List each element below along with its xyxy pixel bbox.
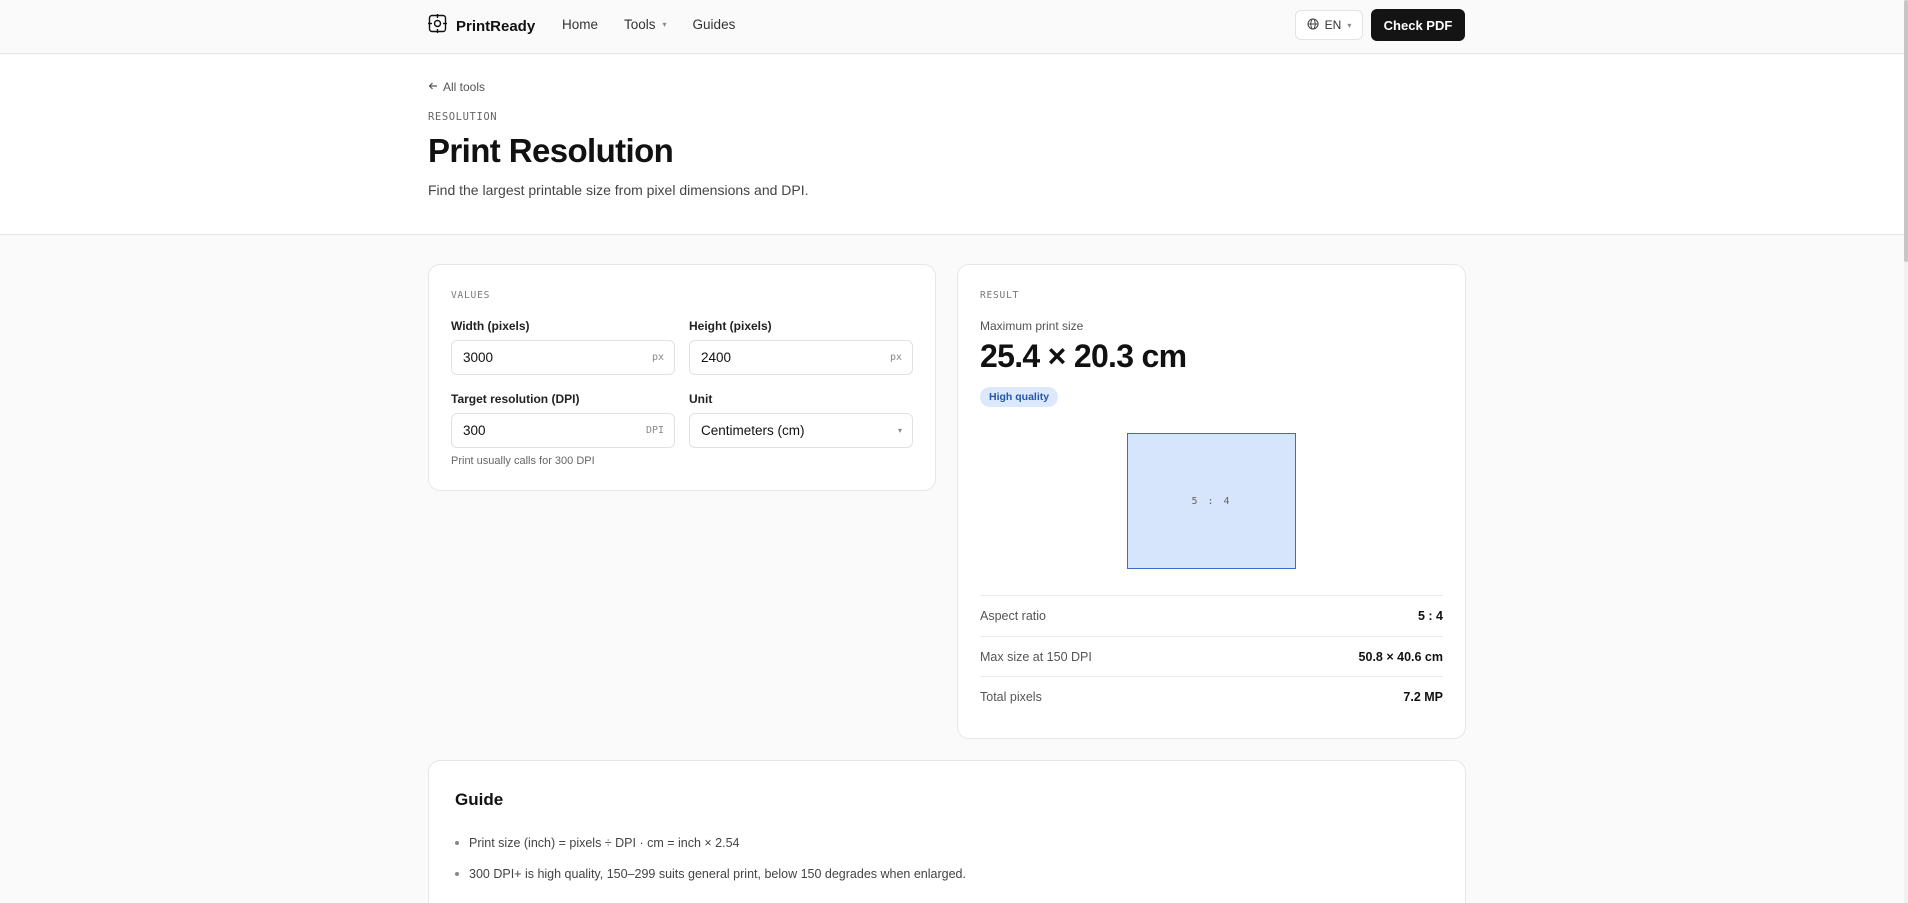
width-input[interactable]: 3000 px: [451, 340, 675, 375]
width-value: 3000: [463, 350, 494, 365]
width-label: Width (pixels): [451, 319, 530, 333]
result-row-key: Aspect ratio: [980, 608, 1047, 623]
nav-home[interactable]: Home: [562, 17, 598, 32]
guide-item-text: Print size (inch) = pixels ÷ DPI · cm = …: [469, 835, 740, 850]
result-row-value: 7.2 MP: [1403, 689, 1443, 704]
dpi-hint: Print usually calls for 300 DPI: [451, 455, 595, 467]
values-card: VALUES Width (pixels) 3000 px Height (pi…: [428, 264, 936, 491]
page-eyebrow: RESOLUTION: [428, 111, 498, 123]
language-selector[interactable]: EN ▾: [1295, 10, 1363, 40]
list-item: 300 DPI+ is high quality, 150–299 suits …: [455, 858, 966, 889]
guide-list: Print size (inch) = pixels ÷ DPI · cm = …: [455, 827, 966, 889]
back-to-all-tools-link[interactable]: All tools: [428, 80, 485, 94]
printready-logo-icon: [428, 14, 447, 38]
dpi-label: Target resolution (DPI): [451, 392, 580, 406]
height-unit-suffix: px: [889, 352, 902, 363]
unit-label: Unit: [689, 392, 713, 406]
result-row-max-size-150: Max size at 150 DPI 50.8 × 40.6 cm: [980, 636, 1443, 676]
result-row-aspect-ratio: Aspect ratio 5 : 4: [980, 595, 1443, 635]
aspect-ratio-preview: 5 : 4: [1127, 433, 1296, 569]
bullet-icon: [455, 871, 459, 876]
page-subtitle: Find the largest printable size from pix…: [428, 182, 809, 198]
main-nav: Home Tools ▾ Guides: [562, 17, 735, 32]
result-card: RESULT Maximum print size 25.4 × 20.3 cm…: [957, 264, 1466, 739]
brand-name: PrintReady: [456, 17, 536, 35]
height-value: 2400: [701, 350, 732, 365]
language-code: EN: [1324, 18, 1342, 32]
chevron-down-icon: ▾: [1347, 20, 1352, 30]
bullet-icon: [455, 840, 459, 845]
max-print-size-value: 25.4 × 20.3 cm: [980, 338, 1187, 374]
result-section-label: RESULT: [980, 290, 1020, 301]
result-row-value: 50.8 × 40.6 cm: [1358, 649, 1443, 664]
scrollbar-thumb[interactable]: [1904, 0, 1908, 262]
result-row-value: 5 : 4: [1417, 608, 1443, 623]
width-unit-suffix: px: [651, 352, 664, 363]
chevron-down-icon: ▾: [662, 20, 667, 29]
dpi-unit-suffix: DPI: [645, 425, 664, 436]
guide-item-text: 300 DPI+ is high quality, 150–299 suits …: [469, 866, 966, 881]
nav-guides-label: Guides: [692, 17, 736, 32]
dpi-input[interactable]: 300 DPI: [451, 413, 675, 448]
unit-selected-value: Centimeters (cm): [701, 423, 805, 438]
page-scrollbar[interactable]: [1904, 0, 1908, 903]
guide-card: Guide Print size (inch) = pixels ÷ DPI ·…: [428, 760, 1466, 903]
page-title: Print Resolution: [428, 132, 674, 169]
back-link-label: All tools: [443, 80, 486, 94]
globe-icon: [1307, 18, 1319, 33]
nav-guides[interactable]: Guides: [693, 17, 736, 32]
nav-tools[interactable]: Tools ▾: [624, 17, 667, 32]
brand-logo-link[interactable]: PrintReady: [428, 14, 535, 38]
preview-ratio-label: 5 : 4: [1191, 495, 1232, 507]
nav-home-label: Home: [562, 17, 599, 32]
chevron-down-icon: ▾: [897, 426, 902, 435]
top-navbar: PrintReady Home Tools ▾ Guides EN ▾ Check…: [0, 0, 1904, 54]
max-print-size-label: Maximum print size: [980, 319, 1084, 333]
result-row-key: Total pixels: [980, 689, 1042, 704]
list-item: Print size (inch) = pixels ÷ DPI · cm = …: [455, 827, 966, 858]
check-pdf-button[interactable]: Check PDF: [1371, 9, 1465, 41]
values-section-label: VALUES: [451, 290, 491, 301]
guide-title: Guide: [455, 790, 504, 809]
quality-badge: High quality: [980, 387, 1059, 407]
height-label: Height (pixels): [689, 319, 772, 333]
arrow-left-icon: [428, 80, 438, 94]
height-input[interactable]: 2400 px: [689, 340, 913, 375]
dpi-value: 300: [463, 423, 486, 438]
page-hero: All tools RESOLUTION Print Resolution Fi…: [0, 55, 1904, 235]
unit-select[interactable]: Centimeters (cm) ▾: [689, 413, 913, 448]
result-row-key: Max size at 150 DPI: [980, 649, 1092, 664]
result-row-total-pixels: Total pixels 7.2 MP: [980, 676, 1443, 716]
nav-tools-label: Tools: [624, 17, 656, 32]
